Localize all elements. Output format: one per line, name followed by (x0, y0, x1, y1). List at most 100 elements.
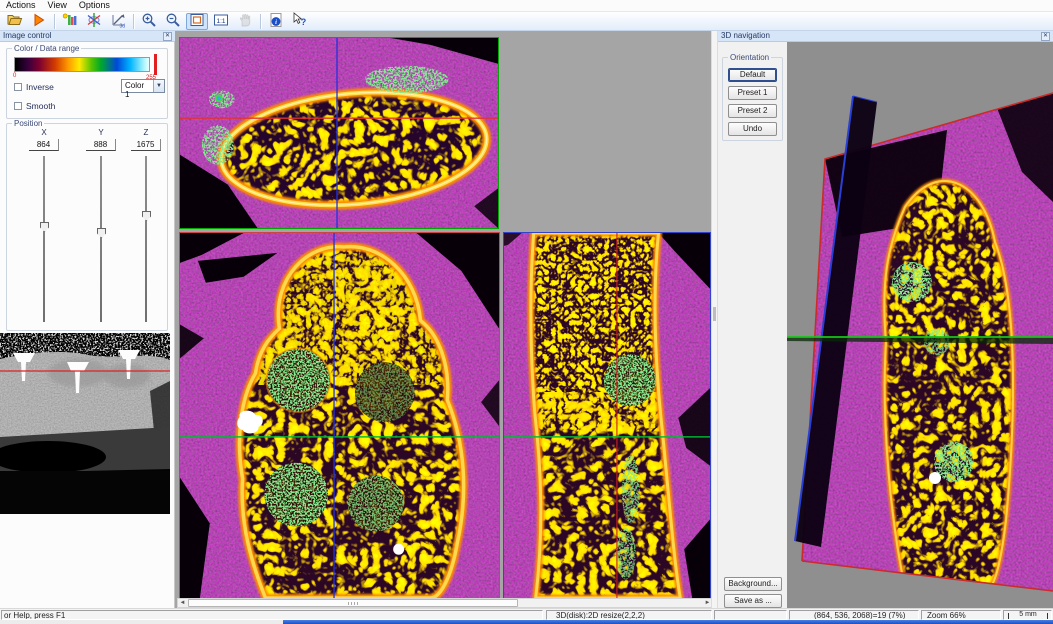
color-data-range-label: Color / Data range (12, 44, 81, 53)
taskbar-edge (283, 620, 1053, 624)
menu-bar: Actions View Options (0, 0, 1053, 12)
bottom-strip (0, 620, 1053, 624)
default-button[interactable]: Default (728, 68, 777, 82)
color-data-range-group: Color / Data range 0 255 Inverse Color 1… (6, 48, 168, 119)
close-panel-button[interactable]: ✕ (1041, 32, 1050, 41)
z-axis-label: Z (131, 128, 161, 137)
smooth-checkbox[interactable]: Smooth (14, 101, 55, 111)
y-slider-track[interactable] (100, 156, 102, 322)
one-to-one-icon: 1:1 (213, 12, 229, 30)
help-icon: ? (292, 12, 308, 30)
nav-3d-title: 3D navigation (721, 31, 770, 40)
x-axis-label: X (29, 128, 59, 137)
sagittal-view[interactable] (503, 232, 711, 599)
nav-3d-titlebar: 3D navigation ✕ (718, 31, 1053, 42)
scale-bar: 5 mm (1008, 613, 1048, 620)
open-file-button[interactable] (4, 13, 26, 30)
3d-view[interactable] (787, 42, 1053, 608)
scale-label: 5 mm (1009, 610, 1047, 619)
pan-button[interactable] (234, 13, 256, 30)
info-button[interactable]: i (265, 13, 287, 30)
menu-actions[interactable]: Actions (0, 0, 42, 11)
y-axis-label: Y (86, 128, 116, 137)
fit-to-window-button[interactable] (186, 13, 208, 30)
hand-icon (237, 12, 253, 30)
close-panel-button[interactable]: ✕ (163, 32, 172, 41)
toolbar-separator (133, 14, 134, 29)
status-bar: or Help, press F1 3D(disk):2D resize(2,2… (0, 608, 1053, 620)
background-button[interactable]: Background... (724, 577, 782, 591)
zoom-in-button[interactable] (138, 13, 160, 30)
horizontal-scrollbar[interactable]: ◄ ► (177, 598, 713, 608)
dataset-button[interactable] (59, 13, 81, 30)
undo-button[interactable]: Undo (728, 122, 777, 136)
zoom-out-button[interactable] (162, 13, 184, 30)
chevron-down-icon[interactable]: ▼ (153, 80, 164, 92)
open-folder-icon (7, 12, 23, 30)
image-control-title: Image control (3, 31, 51, 40)
orientation-group: Orientation Default Preset 1 Preset 2 Un… (722, 57, 783, 141)
range-max-marker[interactable] (154, 54, 157, 75)
status-help: or Help, press F1 (1, 610, 543, 620)
actual-size-button[interactable]: 1:1 (210, 13, 232, 30)
axes-3d-button[interactable]: 3d (107, 13, 129, 30)
y-position-field[interactable]: 888 (86, 139, 116, 151)
workspace: Image control ✕ Color / Data range 0 255… (0, 31, 1053, 608)
context-help-button[interactable]: ? (289, 13, 311, 30)
scrollbar-grip (348, 602, 358, 605)
inverse-checkbox[interactable]: Inverse (14, 82, 54, 92)
zoom-out-icon (165, 12, 181, 30)
image-control-titlebar: Image control ✕ (0, 31, 175, 42)
pane-splitter[interactable] (711, 31, 718, 608)
menu-options[interactable]: Options (73, 0, 116, 11)
color-gradient-bar[interactable] (14, 57, 150, 72)
svg-text:3d: 3d (120, 24, 126, 29)
z-position-field[interactable]: 1675 (131, 139, 161, 151)
rotate-3d-icon (86, 12, 102, 30)
x-position-field[interactable]: 864 (29, 139, 59, 151)
inverse-label: Inverse (26, 82, 54, 92)
status-dataset-info: 3D(disk):2D resize(2,2,2) (546, 610, 712, 620)
preset-2-button[interactable]: Preset 2 (728, 104, 777, 118)
menu-view[interactable]: View (42, 0, 73, 11)
x-slider-track[interactable] (43, 156, 45, 322)
status-empty (714, 610, 787, 620)
svg-text:i: i (275, 19, 277, 26)
toolbar-separator (260, 14, 261, 29)
save-as-button[interactable]: Save as ... (724, 594, 782, 608)
range-min-label: 0 (13, 73, 16, 79)
scroll-left-icon[interactable]: ◄ (178, 599, 187, 607)
dataviewer-window: Actions View Options 3d 1:1 i ? Image co… (0, 0, 1053, 624)
transaxial-view[interactable] (179, 37, 499, 229)
z-slider-track[interactable] (145, 156, 147, 322)
status-zoom: Zoom 66% (921, 610, 1001, 620)
info-document-icon: i (268, 12, 284, 30)
fit-window-icon (189, 12, 205, 30)
zoom-in-icon (141, 12, 157, 30)
inverse-checkbox-box[interactable] (14, 83, 22, 91)
scrollbar-thumb[interactable] (188, 599, 518, 607)
z-slider-thumb[interactable] (142, 211, 151, 221)
play-icon (31, 12, 47, 30)
axes-3d-icon: 3d (110, 12, 126, 30)
x-slider-thumb[interactable] (40, 222, 49, 232)
coronal-view[interactable] (179, 232, 500, 599)
toolbar: 3d 1:1 i ? (0, 12, 1053, 31)
svg-text:?: ? (301, 17, 307, 27)
smooth-label: Smooth (26, 101, 55, 111)
preset-1-button[interactable]: Preset 1 (728, 86, 777, 100)
preview-image[interactable] (0, 333, 170, 514)
svg-text:1:1: 1:1 (216, 18, 225, 25)
smooth-checkbox-box[interactable] (14, 102, 22, 110)
toolbar-separator (54, 14, 55, 29)
orientation-label: Orientation (728, 53, 771, 62)
splitter-grip (713, 307, 716, 321)
status-scale: 5 mm (1003, 610, 1052, 620)
y-slider-thumb[interactable] (97, 228, 106, 238)
palette-value: Color 1 (122, 80, 153, 92)
palette-select[interactable]: Color 1 ▼ (121, 79, 165, 93)
status-cursor-info: (864, 536, 2068)=19 (7%) (789, 610, 919, 620)
rotate-3d-button[interactable] (83, 13, 105, 30)
position-label: Position (12, 119, 44, 128)
run-button[interactable] (28, 13, 50, 30)
